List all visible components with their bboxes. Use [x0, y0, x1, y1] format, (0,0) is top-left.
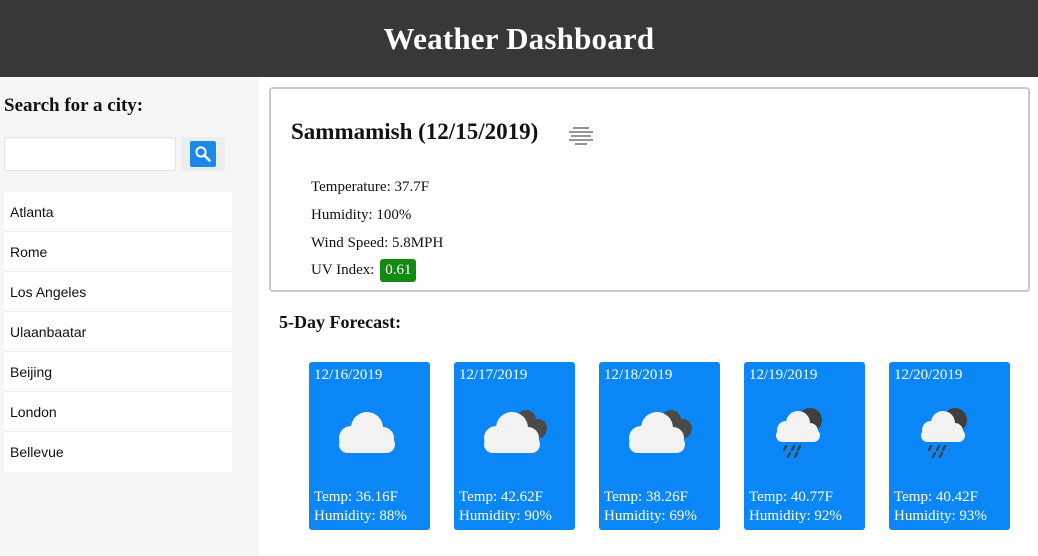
city-item-london[interactable]: London: [4, 392, 232, 432]
uv-index-label: UV Index:: [311, 262, 375, 278]
forecast-date: 12/16/2019: [314, 367, 383, 383]
city-search-input[interactable]: [4, 137, 176, 171]
forecast-card: 12/16/2019 Temp: 36.16F Humidity: 88%: [309, 362, 430, 530]
city-item-beijing[interactable]: Beijing: [4, 352, 232, 392]
forecast-card: 12/17/2019 Temp: 42.62F Humidity: 90%: [454, 362, 575, 530]
forecast-humidity: Humidity: 90%: [459, 508, 552, 524]
current-humidity: Humidity: 100%: [311, 207, 412, 223]
uv-index-badge: 0.61: [380, 259, 417, 282]
rain-icon: [770, 404, 830, 465]
city-item-ulaanbaatar[interactable]: Ulaanbaatar: [4, 312, 232, 352]
forecast-date: 12/18/2019: [604, 367, 673, 383]
forecast-temp: Temp: 40.77F: [749, 489, 833, 505]
search-title: Search for a city:: [4, 95, 144, 116]
current-wind-speed: Wind Speed: 5.8MPH: [311, 235, 444, 251]
broken-clouds-icon: [474, 406, 554, 461]
search-history-list: Atlanta Rome Los Angeles Ulaanbaatar Bei…: [4, 192, 232, 472]
forecast-temp: Temp: 38.26F: [604, 489, 688, 505]
mist-icon: [567, 125, 595, 149]
city-item-rome[interactable]: Rome: [4, 232, 232, 272]
sidebar: Search for a city: Atlanta Rome Los Ange…: [0, 77, 259, 556]
page-header: Weather Dashboard: [0, 0, 1038, 77]
current-weather-card: Sammamish (12/15/2019) Temperature: 37.7…: [269, 87, 1030, 292]
forecast-card: 12/19/2019 Temp: 40.77F Humidity: 92%: [744, 362, 865, 530]
forecast-humidity: Humidity: 93%: [894, 508, 987, 524]
forecast-card: 12/20/2019 Temp: 40.42F Humidity: 93%: [889, 362, 1010, 530]
forecast-card: 12/18/2019 Temp: 38.26F Humidity: 69%: [599, 362, 720, 530]
forecast-date: 12/17/2019: [459, 367, 528, 383]
forecast-temp: Temp: 42.62F: [459, 489, 543, 505]
forecast-humidity: Humidity: 92%: [749, 508, 842, 524]
city-item-los-angeles[interactable]: Los Angeles: [4, 272, 232, 312]
current-uv-row: UV Index: 0.61: [311, 259, 417, 282]
forecast-temp: Temp: 36.16F: [314, 489, 398, 505]
search-button[interactable]: [181, 137, 225, 171]
forecast-date: 12/19/2019: [749, 367, 818, 383]
city-item-atlanta[interactable]: Atlanta: [4, 192, 232, 232]
forecast-temp: Temp: 40.42F: [894, 489, 978, 505]
rain-icon: [915, 404, 975, 465]
page-title: Weather Dashboard: [383, 20, 655, 56]
forecast-title: 5-Day Forecast:: [279, 312, 402, 332]
broken-clouds-icon: [619, 406, 699, 461]
search-icon: [190, 141, 216, 167]
forecast-date: 12/20/2019: [894, 367, 963, 383]
current-city-title: Sammamish (12/15/2019): [291, 119, 539, 144]
current-temperature: Temperature: 37.7F: [311, 179, 430, 195]
cloud-icon: [329, 406, 409, 461]
forecast-humidity: Humidity: 69%: [604, 508, 697, 524]
city-item-bellevue[interactable]: Bellevue: [4, 432, 232, 472]
forecast-humidity: Humidity: 88%: [314, 508, 407, 524]
